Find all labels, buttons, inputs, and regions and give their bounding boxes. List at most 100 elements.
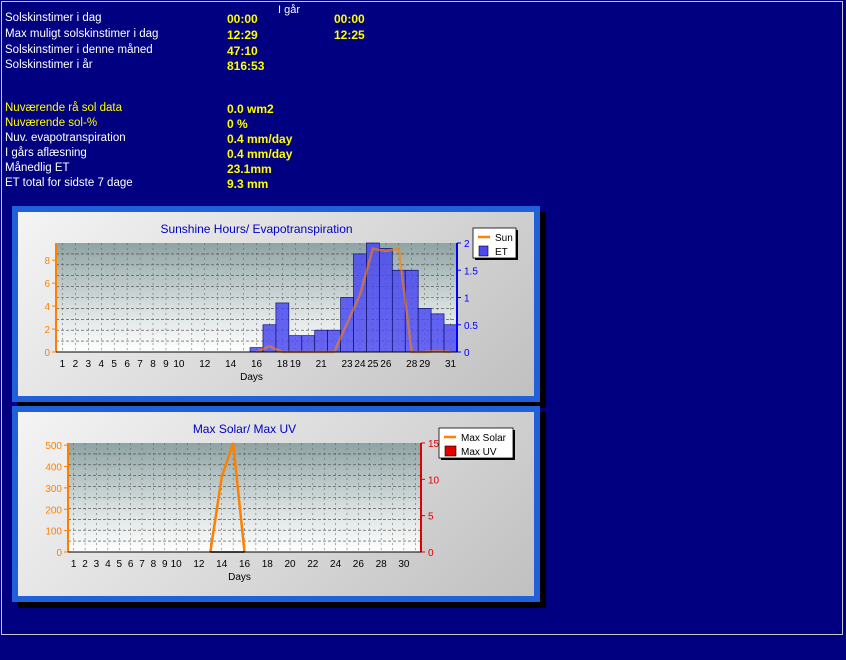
- y-tick-label-left: 100: [45, 527, 62, 538]
- x-tick-label: 18: [277, 359, 289, 370]
- row-today: 47:10: [227, 44, 258, 58]
- sunshine-chart-panel: Sunshine Hours/ Evapotranspiration 0 2 4 6 8 0…: [12, 206, 540, 402]
- et-bar: [443, 324, 458, 353]
- x-tick-label: 5: [116, 559, 122, 570]
- et-bar: [379, 248, 393, 353]
- sunshine-chart: Sunshine Hours/ Evapotranspiration024680…: [44, 222, 518, 383]
- x-tick-label: 16: [239, 559, 251, 570]
- row2-label: Nuværende sol-%: [5, 117, 98, 129]
- row-yesterday: 00:00: [334, 12, 365, 26]
- x-tick-label: 8: [151, 559, 157, 570]
- row2-value: 0 %: [227, 117, 248, 131]
- x-tick-label: 21: [316, 359, 328, 370]
- x-tick-label: 10: [173, 359, 185, 370]
- x-tick-label: 3: [94, 559, 100, 570]
- x-tick-label: 22: [307, 559, 319, 570]
- x-tick-label: 25: [367, 359, 379, 370]
- row-today: 00:00: [227, 12, 258, 26]
- y-tick-label-right: 0.5: [464, 321, 478, 332]
- row2-value: 23.1mm: [227, 162, 272, 176]
- x-tick-label: 4: [98, 359, 104, 370]
- x-axis-label: Days: [228, 572, 251, 583]
- row2-label: Nuv. evapotranspiration: [5, 132, 126, 144]
- x-tick-label: 14: [216, 559, 228, 570]
- legend-label-et: ET: [495, 247, 508, 258]
- y-tick-label-right: 1.5: [464, 266, 478, 277]
- et-bar: [366, 242, 380, 353]
- y-tick-label-right: 10: [428, 475, 440, 486]
- row-label: Solskinstimer i år: [5, 59, 93, 71]
- y-tick-label-left: 2: [44, 325, 50, 336]
- header-yesterday: I går: [278, 4, 301, 16]
- row2-label: ET total for sidste 7 dage: [5, 177, 133, 189]
- y-tick-label-right: 0: [464, 348, 470, 359]
- legend-swatch-max-uv: [444, 445, 457, 457]
- x-tick-label: 18: [262, 559, 274, 570]
- x-tick-label: 7: [137, 359, 143, 370]
- y-tick-label-right: 5: [428, 512, 434, 523]
- x-tick-label: 1: [60, 359, 66, 370]
- legend-swatch-et: [478, 245, 489, 257]
- x-tick-label: 6: [128, 559, 134, 570]
- x-tick-label: 4: [105, 559, 111, 570]
- x-tick-label: 7: [139, 559, 145, 570]
- row-label: Max muligt solskinstimer i dag: [5, 28, 159, 40]
- row-today: 12:29: [227, 28, 258, 42]
- row-label: Solskinstimer i denne måned: [5, 44, 153, 56]
- x-tick-label: 26: [380, 359, 392, 370]
- row2-value: 9.3 mm: [227, 177, 269, 191]
- y-tick-label-right: 1: [464, 294, 470, 305]
- x-axis-label: Days: [240, 372, 263, 383]
- x-tick-label: 12: [193, 559, 205, 570]
- row-label: Solskinstimer i dag: [5, 12, 102, 24]
- x-tick-label: 3: [86, 359, 92, 370]
- x-tick-label: 19: [290, 359, 302, 370]
- y-tick-label-right: 2: [464, 239, 470, 250]
- row2-value: 0.4 mm/day: [227, 147, 293, 161]
- legend-label-max-solar: Max Solar: [461, 433, 507, 444]
- chart-title: Sunshine Hours/ Evapotranspiration: [160, 222, 352, 236]
- x-tick-label: 24: [330, 559, 342, 570]
- x-tick-label: 9: [163, 359, 169, 370]
- row2-value: 0.4 mm/day: [227, 132, 293, 146]
- y-tick-label-left: 500: [45, 441, 62, 452]
- x-tick-label: 2: [73, 359, 79, 370]
- y-tick-label-left: 400: [45, 463, 62, 474]
- x-tick-label: 9: [162, 559, 168, 570]
- et-bar: [430, 313, 445, 353]
- x-tick-label: 26: [353, 559, 365, 570]
- row2-value: 0.0 wm2: [227, 102, 274, 116]
- et-bar: [288, 335, 303, 353]
- legend-label-max-uv: Max UV: [461, 447, 497, 458]
- x-tick-label: 24: [354, 359, 366, 370]
- x-tick-label: 5: [111, 359, 117, 370]
- y-tick-label-right: 0: [428, 548, 434, 559]
- x-tick-label: 12: [199, 359, 211, 370]
- legend-label-sun: Sun: [495, 233, 513, 244]
- et-bar: [417, 308, 432, 353]
- x-tick-label: 28: [376, 559, 388, 570]
- x-tick-label: 20: [284, 559, 296, 570]
- solar-chart-panel: Max Solar/ Max UV 0 100 200 300 400 500 0 5 10 15 1…: [12, 406, 540, 602]
- x-tick-label: 23: [341, 359, 353, 370]
- solar-chart: Max Solar/ Max UV01002003004005000510151…: [45, 422, 515, 583]
- y-tick-label-left: 300: [45, 484, 62, 495]
- et-bar: [301, 335, 316, 353]
- et-bar: [275, 302, 290, 353]
- chart-title: Max Solar/ Max UV: [193, 422, 296, 436]
- y-tick-label-left: 8: [44, 256, 50, 267]
- x-tick-label: 28: [406, 359, 418, 370]
- row-yesterday: 12:25: [334, 28, 365, 42]
- x-tick-label: 6: [124, 359, 130, 370]
- row-today: 816:53: [227, 59, 265, 73]
- x-tick-label: 30: [398, 559, 410, 570]
- y-tick-label-left: 4: [44, 302, 50, 313]
- et-bar: [314, 329, 328, 353]
- y-tick-label-left: 0: [56, 548, 62, 559]
- y-tick-label-left: 6: [44, 279, 50, 290]
- y-tick-label-left: 0: [44, 348, 50, 359]
- row2-label: I gårs aflæsning: [5, 147, 87, 159]
- x-tick-label: 31: [445, 359, 457, 370]
- x-tick-label: 14: [225, 359, 237, 370]
- x-tick-label: 16: [251, 359, 263, 370]
